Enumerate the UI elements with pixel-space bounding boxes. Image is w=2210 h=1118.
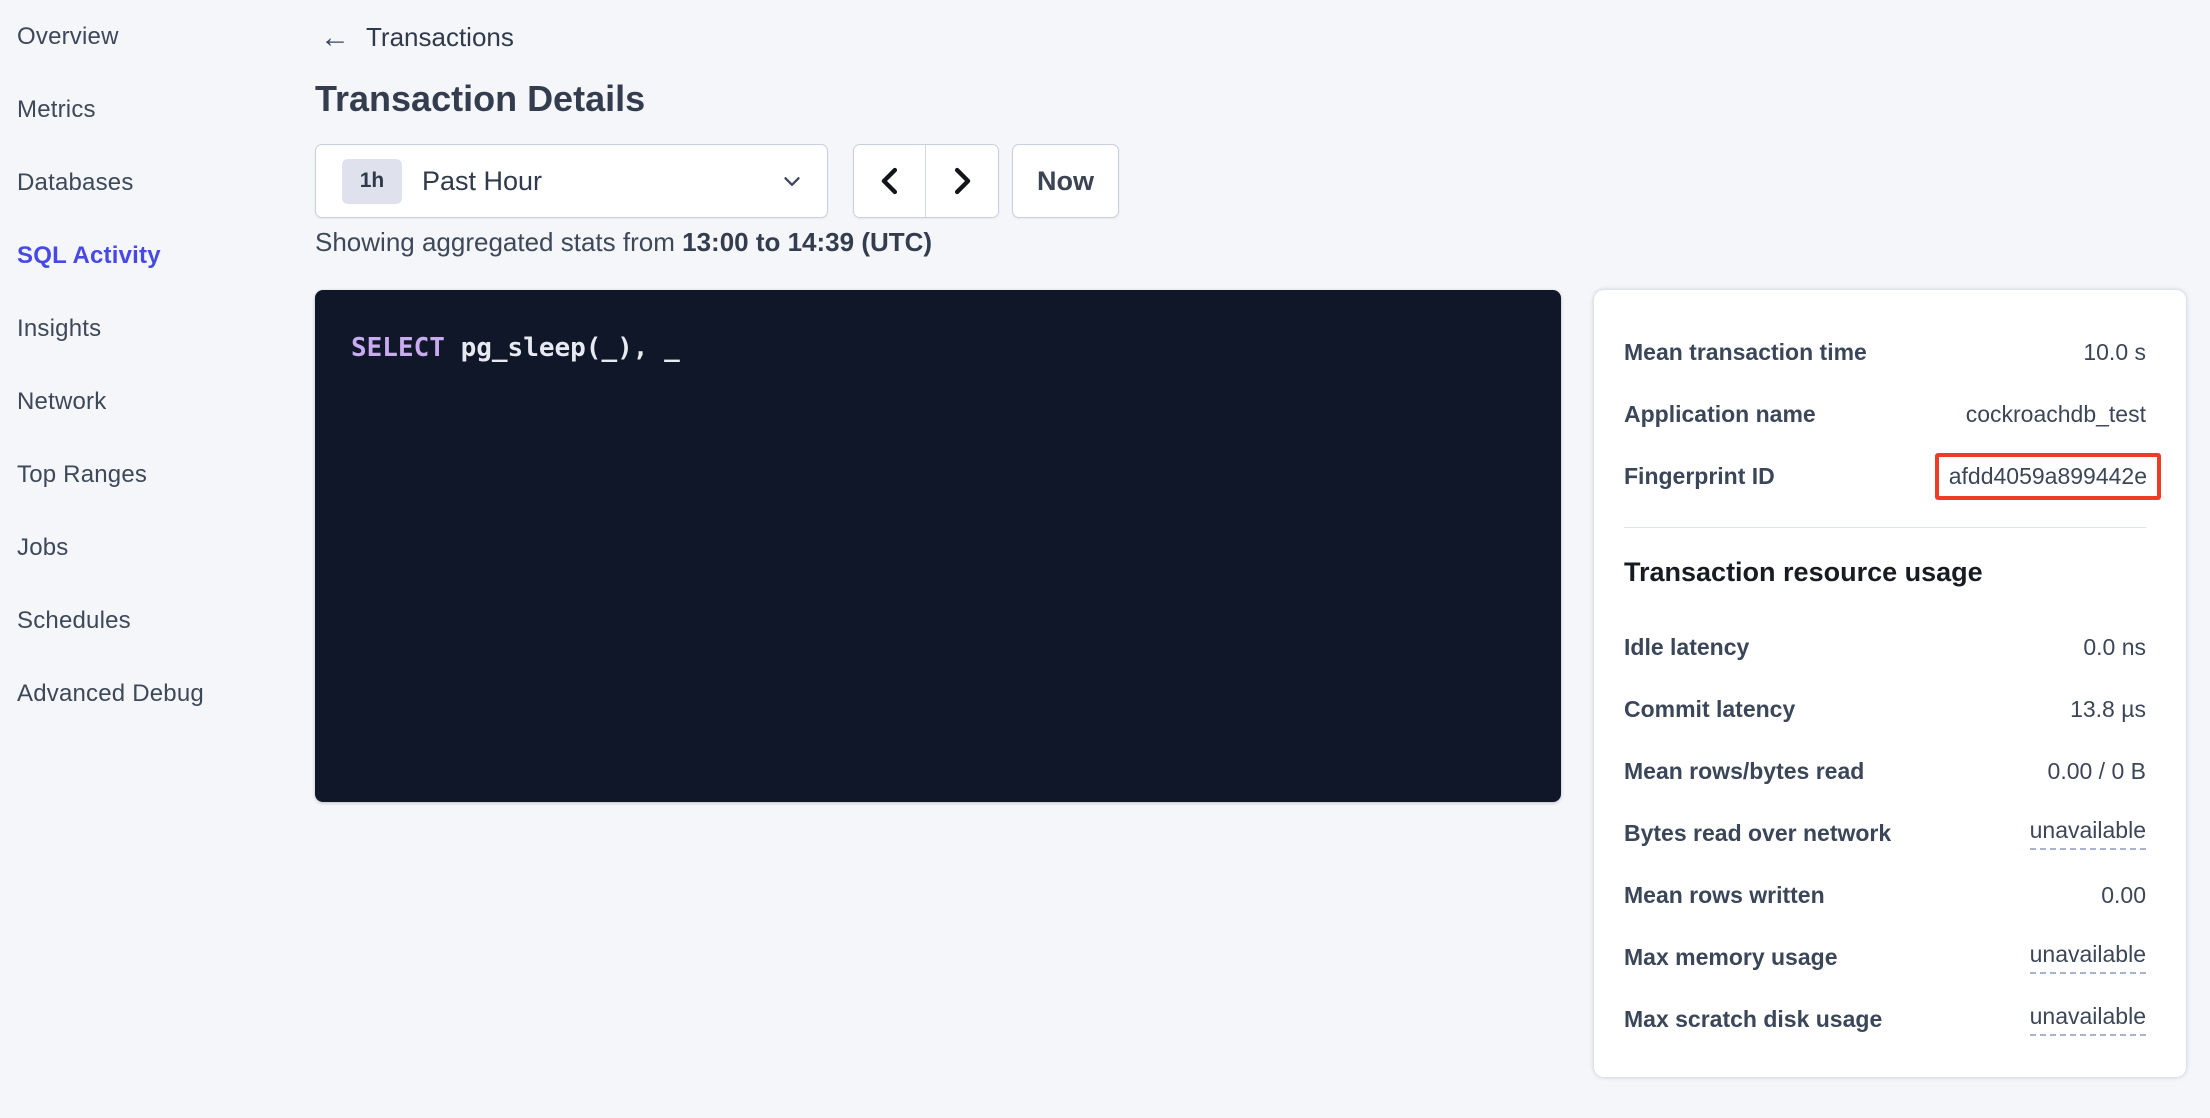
max-scratch-disk-usage-value[interactable]: unavailable (2030, 1003, 2146, 1036)
sidebar-item-jobs[interactable]: Jobs (0, 511, 300, 584)
chevron-left-icon (875, 164, 905, 198)
row-label: Mean transaction time (1624, 339, 1867, 366)
mean-rows-bytes-read-value: 0.00 / 0 B (2048, 758, 2146, 785)
bytes-read-over-network-row: Bytes read over network unavailable (1624, 802, 2146, 864)
mean-rows-bytes-read-row: Mean rows/bytes read 0.00 / 0 B (1624, 740, 2146, 802)
row-label: Application name (1624, 401, 1816, 428)
transaction-summary-card: Mean transaction time 10.0 s Application… (1594, 290, 2186, 1077)
max-memory-usage-row: Max memory usage unavailable (1624, 926, 2146, 988)
aggregation-range-value: 13:00 to 14:39 (UTC) (682, 227, 932, 257)
previous-time-window-button[interactable] (854, 145, 926, 217)
commit-latency-value: 13.8 µs (2070, 696, 2146, 723)
max-scratch-disk-usage-row: Max scratch disk usage unavailable (1624, 988, 2146, 1050)
sql-statement: SELECT pg_sleep(_), _ (351, 330, 1525, 366)
back-arrow-icon[interactable]: ← (320, 23, 350, 53)
row-label: Mean rows/bytes read (1624, 758, 1864, 785)
application-name-value: cockroachdb_test (1966, 401, 2146, 428)
transaction-details-page: Overview Metrics Databases SQL Activity … (0, 0, 2210, 1118)
card-divider (1624, 527, 2146, 528)
chevron-down-icon (779, 168, 805, 194)
row-label: Commit latency (1624, 696, 1795, 723)
sidebar-nav: Overview Metrics Databases SQL Activity … (0, 0, 300, 1118)
idle-latency-value: 0.0 ns (2083, 634, 2146, 661)
chevron-right-icon (947, 164, 977, 198)
aggregation-range-text: Showing aggregated stats from 13:00 to 1… (315, 227, 932, 258)
row-label: Idle latency (1624, 634, 1749, 661)
time-interval-dropdown[interactable]: 1h Past Hour (315, 144, 828, 218)
mean-rows-written-row: Mean rows written 0.00 (1624, 864, 2146, 926)
time-window-nav (853, 144, 999, 218)
now-button[interactable]: Now (1012, 144, 1119, 218)
row-label: Max scratch disk usage (1624, 1006, 1882, 1033)
annotation-highlight-box: afdd4059a899442e (1935, 453, 2161, 500)
row-label: Fingerprint ID (1624, 463, 1775, 490)
max-memory-usage-value[interactable]: unavailable (2030, 941, 2146, 974)
sidebar-item-metrics[interactable]: Metrics (0, 73, 300, 146)
sidebar-item-advanced-debug[interactable]: Advanced Debug (0, 657, 300, 730)
mean-transaction-time-value: 10.0 s (2083, 339, 2146, 366)
sidebar-item-overview[interactable]: Overview (0, 0, 300, 73)
fingerprint-id-value: afdd4059a899442e (1949, 463, 2147, 489)
time-toolbar: 1h Past Hour (315, 144, 1119, 218)
sidebar-item-sql-activity[interactable]: SQL Activity (0, 219, 300, 292)
row-label: Bytes read over network (1624, 820, 1891, 847)
sidebar-item-network[interactable]: Network (0, 365, 300, 438)
aggregation-range-prefix: Showing aggregated stats from (315, 227, 682, 257)
sidebar-item-insights[interactable]: Insights (0, 292, 300, 365)
sidebar-item-top-ranges[interactable]: Top Ranges (0, 438, 300, 511)
commit-latency-row: Commit latency 13.8 µs (1624, 678, 2146, 740)
sidebar-item-schedules[interactable]: Schedules (0, 584, 300, 657)
page-title: Transaction Details (315, 78, 645, 120)
sql-statement-box: SELECT pg_sleep(_), _ (315, 290, 1561, 802)
row-label: Mean rows written (1624, 882, 1825, 909)
sql-body: pg_sleep(_), _ (445, 333, 680, 363)
application-name-row: Application name cockroachdb_test (1624, 383, 2146, 445)
resource-usage-section-title: Transaction resource usage (1624, 552, 2146, 592)
mean-rows-written-value: 0.00 (2101, 882, 2146, 909)
idle-latency-row: Idle latency 0.0 ns (1624, 616, 2146, 678)
interval-badge: 1h (342, 159, 402, 204)
next-time-window-button[interactable] (926, 145, 998, 217)
breadcrumb-label[interactable]: Transactions (366, 22, 514, 53)
fingerprint-id-row: Fingerprint ID afdd4059a899442e (1624, 445, 2146, 507)
mean-transaction-time-row: Mean transaction time 10.0 s (1624, 321, 2146, 383)
bytes-read-over-network-value[interactable]: unavailable (2030, 817, 2146, 850)
breadcrumb[interactable]: ← Transactions (320, 22, 514, 53)
sql-keyword: SELECT (351, 333, 445, 363)
row-label: Max memory usage (1624, 944, 1837, 971)
sidebar-item-databases[interactable]: Databases (0, 146, 300, 219)
interval-label: Past Hour (422, 166, 542, 197)
resource-usage-rows: Idle latency 0.0 ns Commit latency 13.8 … (1624, 616, 2146, 1050)
